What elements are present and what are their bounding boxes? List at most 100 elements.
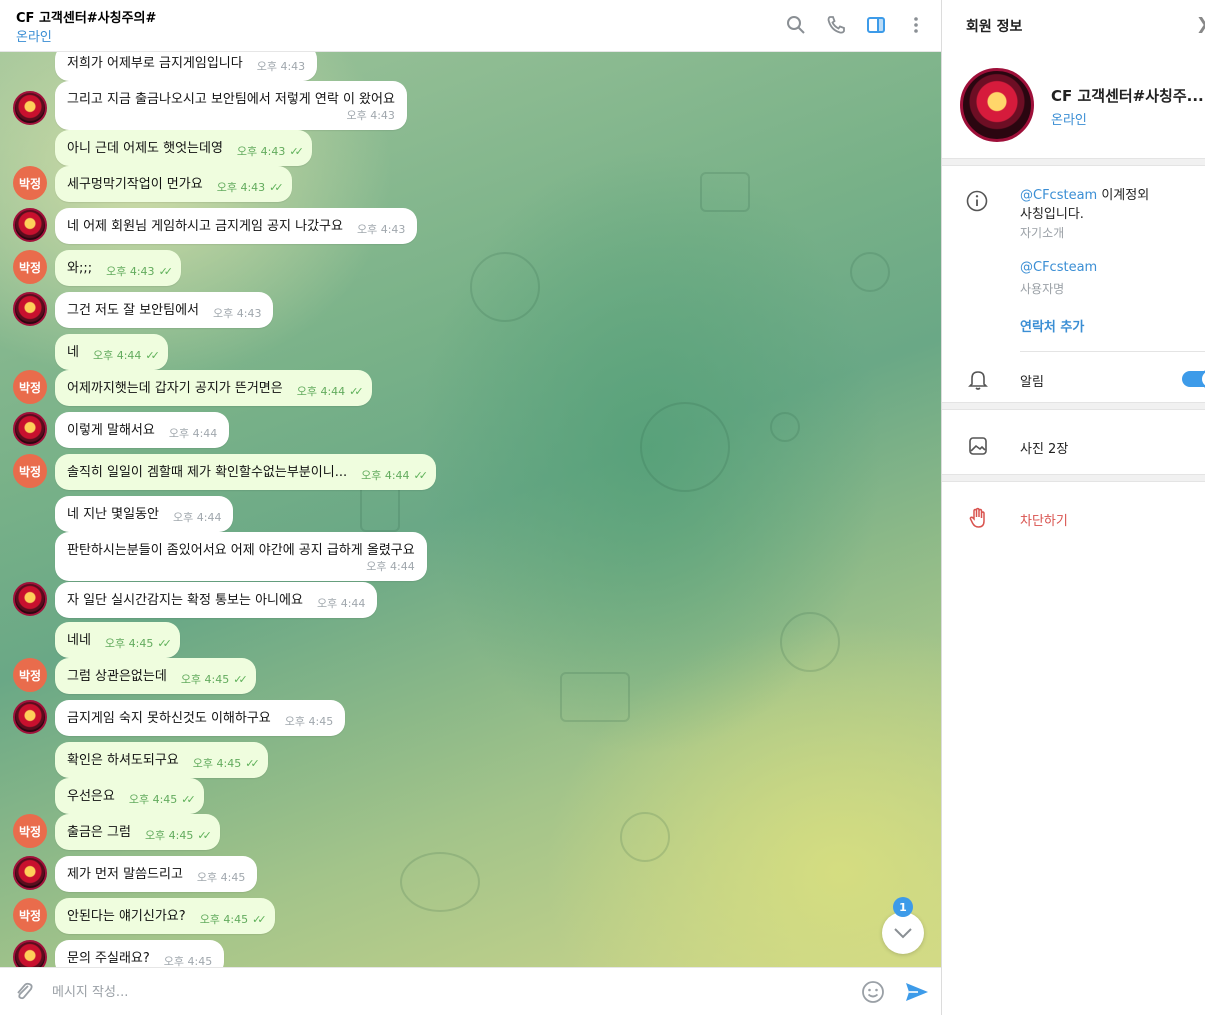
message-text: 저희가 어제부로 금지게임입니다 [67,56,243,71]
outgoing-message[interactable]: 솔직히 일일이 겜할때 제가 확인할수없는부분이니... 오후 4:44 ✓✓ [55,454,436,490]
sidebar-toggle-icon[interactable] [865,14,887,36]
user-avatar[interactable]: 박정 [13,658,47,692]
send-icon[interactable] [904,980,930,1004]
bio-label: 자기소개 [1020,226,1065,240]
chevron-down-icon [894,928,912,939]
bio-handle-link[interactable]: @CFcsteam [1020,188,1097,203]
incoming-message[interactable]: 네 어제 회원님 게임하시고 금지게임 공지 나갔구요 오후 4:43 [55,208,418,244]
outgoing-message[interactable]: 어제까지햇는데 갑자기 공지가 뜬거면은 오후 4:44 ✓✓ [55,370,372,406]
message-text: 세구멍막기작업이 먼가요 [67,177,203,192]
outgoing-message[interactable]: 네네 오후 4:45 ✓✓ [55,622,180,658]
message-time: 오후 4:44 [168,427,218,440]
sender-avatar[interactable] [13,940,47,967]
username-label: 사용자명 [1020,282,1065,296]
incoming-message[interactable]: 네 지난 몇일동안 오후 4:44 [55,496,234,532]
search-icon[interactable] [785,14,807,36]
unread-badge: 1 [893,897,913,917]
message-time: 오후 4:45 [144,829,194,842]
profile-status: 온라인 [1051,113,1087,128]
outgoing-message[interactable]: 와;;; 오후 4:43 ✓✓ [55,250,181,286]
more-vertical-icon[interactable] [905,14,927,36]
outgoing-message[interactable]: 안된다는 얘기신가요? 오후 4:45 ✓✓ [55,898,275,934]
emoji-icon[interactable] [861,980,885,1004]
toggle-knob [1200,369,1205,389]
user-avatar[interactable]: 박정 [13,454,47,488]
message-time: 오후 4:43 [346,109,395,122]
chat-status: 온라인 [16,30,52,45]
scroll-down-button[interactable] [882,912,924,954]
sender-avatar[interactable] [13,856,47,890]
outgoing-message[interactable]: 아니 근데 어제도 햇엇는데영 오후 4:43 ✓✓ [55,130,312,166]
chat-header: CF 고객센터#사칭주의# 온라인 [0,0,941,52]
user-avatar[interactable]: 박정 [13,166,47,200]
outgoing-message[interactable]: 그럼 상관은없는데 오후 4:45 ✓✓ [55,658,256,694]
outgoing-message[interactable]: 네 오후 4:44 ✓✓ [55,334,168,370]
attach-icon[interactable] [12,980,36,1004]
message-text: 솔직히 일일이 겜할때 제가 확인할수없는부분이니... [67,465,348,480]
message-input[interactable] [52,982,842,1002]
sender-avatar[interactable] [13,91,47,125]
message-text: 어제까지햇는데 갑자기 공지가 뜬거면은 [67,381,283,396]
message-time: 오후 4:43 [236,145,286,158]
photo-icon [968,436,988,456]
bell-icon [968,369,988,391]
read-checkmarks-icon: ✓✓ [245,757,260,770]
outgoing-message[interactable]: 확인은 하셔도되구요 오후 4:45 ✓✓ [55,742,268,778]
sender-avatar[interactable] [13,582,47,616]
add-contact-button[interactable]: 연락처 추가 [1020,316,1084,335]
message-text: 네 어제 회원님 게임하시고 금지게임 공지 나갔구요 [67,219,343,234]
close-icon[interactable]: ❯ [1196,14,1205,33]
incoming-message[interactable]: 이렇게 말해서요 오후 4:44 [55,412,230,448]
incoming-message[interactable]: 자 일단 실시간감지는 확정 통보는 아니에요 오후 4:44 [55,582,378,618]
user-avatar[interactable]: 박정 [13,250,47,284]
message-meta: 오후 4:43 [257,58,305,74]
notifications-toggle[interactable] [1182,369,1205,389]
profile-avatar[interactable] [960,68,1034,142]
message-time: 오후 4:45 [104,637,154,650]
outgoing-message[interactable]: 세구멍막기작업이 먼가요 오후 4:43 ✓✓ [55,166,292,202]
message-time: 오후 4:43 [256,60,306,73]
user-avatar[interactable]: 박정 [13,370,47,404]
message-meta: 오후 4:44 [81,558,415,574]
read-checkmarks-icon: ✓✓ [158,265,174,278]
shared-photos-item[interactable]: 사진 2장 [1020,438,1068,457]
sender-avatar[interactable] [13,412,47,446]
bio-text: @CFcsteam 이계정외 [1020,184,1149,203]
profile-name: CF 고객센터#사칭주... [1051,87,1204,105]
message-text: 자 일단 실시간감지는 확정 통보는 아니에요 [67,593,303,608]
message-text: 네 [67,345,79,360]
phone-icon[interactable] [825,14,847,36]
user-avatar[interactable]: 박정 [13,814,47,848]
message-meta: 오후 4:43 ✓✓ [106,263,174,279]
user-avatar[interactable]: 박정 [13,898,47,932]
message-time: 오후 4:44 [316,597,366,610]
message-meta: 오후 4:45 ✓✓ [200,911,267,927]
message-time: 오후 4:45 [192,757,242,770]
sender-avatar[interactable] [13,208,47,242]
message-meta: 오후 4:45 ✓✓ [192,755,260,771]
incoming-message[interactable]: 판탄하시는분들이 좀있어서요 어제 야간에 공지 급하게 올렸구요 오후 4:44 [55,532,427,581]
incoming-message[interactable]: 저희가 어제부로 금지게임입니다 오후 4:43 [55,52,318,81]
incoming-message[interactable]: 제가 먼저 말씀드리고 오후 4:45 [55,856,258,892]
chat-title[interactable]: CF 고객센터#사칭주의# [16,7,156,26]
username-link[interactable]: @CFcsteam [1020,260,1097,275]
message-time: 오후 4:44 [366,560,415,573]
section-separator [942,158,1205,166]
block-user-button[interactable]: 차단하기 [1020,510,1068,529]
profile-panel: 회원 정보 ❯ CF 고객센터#사칭주... 온라인 @CFcsteam 이계정… [941,0,1205,1015]
message-meta: 오후 4:45 [197,869,245,885]
message-text: 안된다는 얘기신가요? [67,909,186,924]
incoming-message[interactable]: 그건 저도 잘 보안팀에서 오후 4:43 [55,292,274,328]
message-text: 출금은 그럼 [67,825,131,840]
incoming-message[interactable]: 그리고 지금 출금나오시고 보안팀에서 저렇게 연락 이 왔어요 오후 4:43 [55,81,407,130]
sender-avatar[interactable] [13,700,47,734]
outgoing-message[interactable]: 출금은 그럼 오후 4:45 ✓✓ [55,814,220,850]
sender-avatar[interactable] [13,292,47,326]
hand-stop-icon [968,507,988,529]
incoming-message[interactable]: 문의 주실래요? 오후 4:45 [55,940,225,967]
message-list[interactable]: 저희가 어제부로 금지게임입니다 오후 4:43 그리고 지금 출금나오시고 보안팀… [0,52,941,967]
message-time: 오후 4:45 [163,955,213,967]
message-text: 문의 주실래요? [67,951,150,966]
incoming-message[interactable]: 금지게임 숙지 못하신것도 이해하구요 오후 4:45 [55,700,346,736]
outgoing-message[interactable]: 우선은요 오후 4:45 ✓✓ [55,778,204,814]
